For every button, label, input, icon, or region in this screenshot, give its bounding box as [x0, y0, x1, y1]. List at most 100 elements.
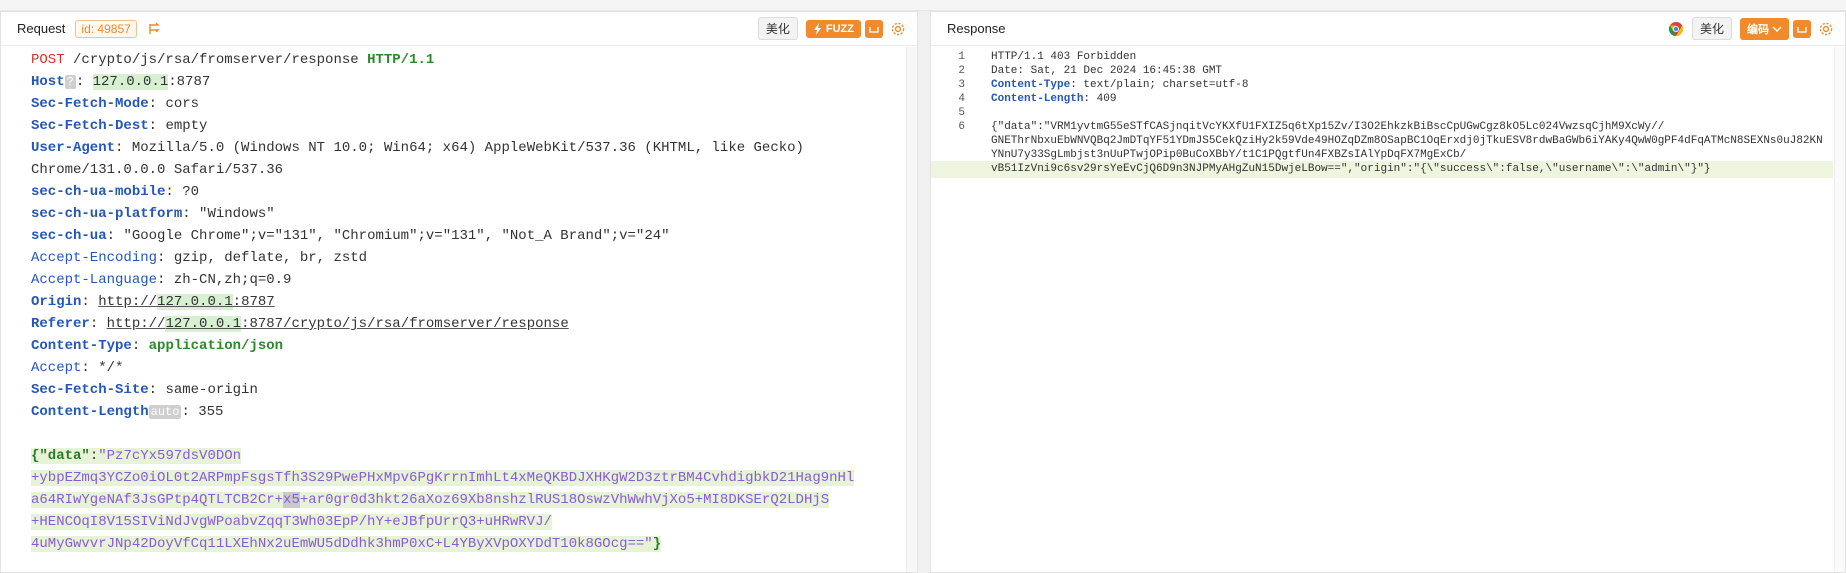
header-key: sec-ch-ua [31, 228, 107, 244]
header-value: "Windows" [199, 206, 275, 222]
request-path: /crypto/js/rsa/fromserver/response [64, 52, 368, 68]
response-settings-gear-icon[interactable] [1817, 20, 1835, 38]
header-value: 355 [198, 404, 224, 420]
fuzz-button[interactable]: FUZZ [805, 19, 861, 38]
response-scrollbar[interactable] [1834, 47, 1845, 572]
response-panel: Response 美化 编码 1 HTTP/1.1 403 Forbidden 2… [930, 11, 1846, 573]
header-key: Accept-Encoding [31, 250, 158, 266]
response-title: Response [947, 21, 1006, 36]
response-beautify-button[interactable]: 美化 [1691, 17, 1732, 40]
json-colon: : [89, 448, 99, 464]
switch-icon[interactable] [147, 21, 163, 37]
json-string: +HENCOqI8V15SIViNdJvgWPoabvZqqT3Wh03EpP/… [31, 514, 552, 530]
body-line: +ybpEZmq3YCZo0iOL0t2ARPmpFsgsTfh3S29PweP… [31, 467, 905, 489]
response-line-wrap: vB51IzVni9c6sv29rsYeEvCjQ6D9n3NJPMyAHgZu… [931, 161, 1833, 178]
header-line: User-Agent: Mozilla/5.0 (Windows NT 10.0… [31, 140, 804, 156]
header-accept-language: Accept-Language: zh-CN,zh;q=0.9 [31, 272, 292, 288]
header-value: Chrome/131.0.0.0 Safari/537.36 [31, 162, 284, 178]
url-ip: 127.0.0.1 [157, 294, 233, 310]
origin-url[interactable]: http://127.0.0.1:8787 [98, 294, 275, 310]
header-value: zh-CN,zh;q=0.9 [173, 272, 292, 288]
fuzz-label: FUZZ [825, 22, 854, 35]
request-action-button[interactable] [865, 19, 883, 38]
header-value: empty [165, 118, 208, 134]
url-suffix: :8787/crypto/js/rsa/fromserver/response [241, 316, 569, 332]
url-ip: 127.0.0.1 [165, 316, 242, 332]
request-editor[interactable]: POST /crypto/js/rsa/fromserver/response … [1, 47, 917, 572]
http-method: POST [31, 52, 65, 68]
referer-url[interactable]: http://127.0.0.1:8787/crypto/js/rsa/from… [107, 316, 569, 332]
selected-text: x5 [283, 492, 300, 508]
response-header: Response 美化 编码 [931, 12, 1845, 46]
header-key: Sec-Fetch-Dest [31, 118, 149, 134]
header-value: application/json [148, 338, 284, 354]
header-key: sec-ch-ua-mobile [31, 184, 166, 200]
json-string: "Pz7cYx597dsV0DOn [98, 448, 242, 464]
json-string: +ybpEZmq3YCZo0iOL0t2ARPmpFsgsTfh3S29PweP… [31, 470, 855, 486]
request-settings-gear-icon[interactable] [889, 20, 907, 38]
header-accept: Accept: */* [31, 360, 124, 376]
encode-button[interactable]: 编码 [1740, 17, 1789, 40]
header-value: : 409 [1083, 93, 1117, 105]
header-referer: Referer: http://127.0.0.1:8787/crypto/js… [31, 316, 569, 332]
header-key: User-Agent [31, 140, 116, 156]
host-ip: 127.0.0.1 [92, 74, 169, 90]
json-key: "data" [39, 448, 90, 464]
header-key: Referer [31, 316, 90, 332]
header-key: Sec-Fetch-Mode [31, 96, 149, 112]
request-line: POST /crypto/js/rsa/fromserver/response … [31, 49, 905, 71]
response-editor[interactable]: 1 HTTP/1.1 403 Forbidden 2 Date: Sat, 21 D… [931, 47, 1845, 572]
chevron-down-icon [1772, 26, 1782, 32]
header-key: Sec-Fetch-Site [31, 382, 149, 398]
header-key: Content-Type [991, 79, 1071, 91]
header-key: Accept [31, 360, 82, 376]
json-string: +ar0gr0d3hkt26aXoz69Xb8nshzlRUS18OswzVhW… [299, 492, 830, 508]
request-beautify-button[interactable]: 美化 [757, 17, 798, 40]
http-protocol: HTTP/1.1 [367, 52, 435, 68]
header-value: "Google Chrome";v="131", "Chromium";v="1… [123, 228, 670, 244]
header-key: Origin [31, 294, 82, 310]
header-key: Content-Length [991, 93, 1084, 105]
body-line: {"data":"Pz7cYx597dsV0DOn [31, 445, 905, 467]
header-origin: Origin: http://127.0.0.1:8787 [31, 294, 275, 310]
header-value: ?0 [182, 184, 200, 200]
request-header: Request id: 49857 美化 FUZZ [1, 12, 917, 46]
header-content-type: Content-Type: application/json [31, 338, 284, 354]
header-value: */* [98, 360, 124, 376]
request-scrollbar[interactable] [906, 47, 917, 572]
request-id-badge: id: 49857 [75, 19, 137, 38]
header-line-wrap: Chrome/131.0.0.0 Safari/537.36 [31, 159, 905, 181]
header-value: cors [165, 96, 200, 112]
lightning-icon [813, 22, 821, 35]
bracket-icon [1797, 26, 1807, 33]
encode-label: 编码 [1747, 23, 1769, 36]
header-key: Content-Length [31, 404, 149, 420]
header-value: gzip, deflate, br, zstd [173, 250, 368, 266]
header-key: Accept-Language [31, 272, 158, 288]
body-line: 4uMyGwvvrJNp42DoyVfCq11LXEhNx2uEmWU5dDdh… [31, 533, 905, 555]
url-suffix: :8787 [232, 294, 275, 310]
header-key: Content-Type [31, 338, 132, 354]
top-strip [0, 0, 1846, 11]
header-content-length: Content-Length auto: 355 [31, 404, 224, 420]
header-sep: : [75, 74, 93, 90]
header-line: sec-ch-ua: "Google Chrome";v="131", "Chr… [31, 228, 670, 244]
header-accept-encoding: Accept-Encoding: gzip, deflate, br, zstd [31, 250, 368, 266]
response-body: vB51IzVni9c6sv29rsYeEvCjQ6D9n3NJPMyAHgZu… [991, 163, 1711, 175]
header-value: : text/plain; charset=utf-8 [1070, 79, 1249, 91]
header-host: Host?: 127.0.0.1:8787 [31, 71, 905, 93]
host-hint-box[interactable]: ? [64, 75, 76, 89]
header-value: Mozilla/5.0 (Windows NT 10.0; Win64; x64… [131, 140, 804, 156]
chrome-icon[interactable] [1668, 21, 1684, 37]
json-string: 4uMyGwvvrJNp42DoyVfCq11LXEhNx2uEmWU5dDdh… [31, 536, 653, 552]
json-brace: } [652, 536, 662, 552]
auto-hint-box[interactable]: auto [148, 405, 182, 419]
response-action-button[interactable] [1793, 19, 1811, 38]
header-sec-fetch-site: Sec-Fetch-Site: same-origin [31, 382, 258, 398]
header-key: sec-ch-ua-platform [31, 206, 183, 222]
header-line: sec-ch-ua-mobile: ?0 [31, 184, 200, 200]
url-prefix: http:// [106, 316, 166, 332]
header-value: same-origin [165, 382, 258, 398]
json-string: a64RIwYgeNAf3JsGPtp4QTLTCB2Cr+ [31, 492, 284, 508]
